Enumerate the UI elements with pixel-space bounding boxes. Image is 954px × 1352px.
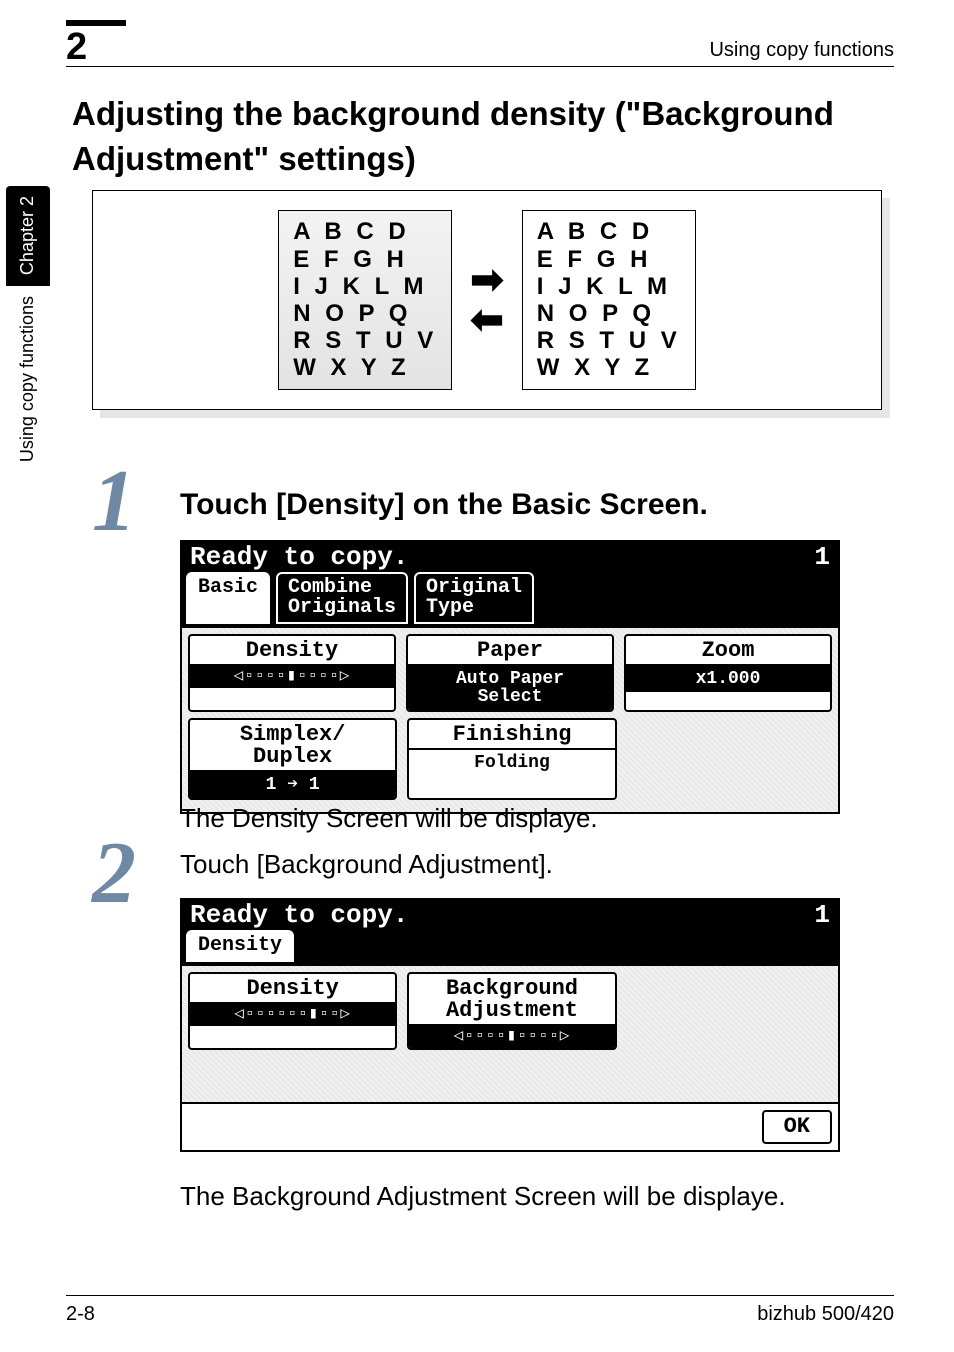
step-1-number: 1 [92,458,136,546]
zoom-button[interactable]: Zoom x1.000 [624,634,832,712]
finishing-label: Finishing [409,720,614,748]
side-tab-section-label: Using copy functions [18,296,36,462]
zoom-value: x1.000 [626,664,830,692]
background-adjustment-label: Background Adjustment [409,974,614,1024]
sample-row: A B C D [537,219,681,244]
sample-row: N O P Q [537,301,681,326]
arrow-left-icon: ⬅ [470,300,504,340]
step-2-caption: The Background Adjustment Screen will be… [180,1178,894,1214]
duplex-label: Simplex/ Duplex [190,720,395,770]
arrow-right-icon: ➡ [470,260,504,300]
sample-row: E F G H [293,247,437,272]
chapter-number: 2 [66,28,87,66]
page-number: 2-8 [66,1304,95,1324]
lcd-tabs: Density [180,930,840,966]
step-1-title: Touch [Density] on the Basic Screen. [180,484,894,526]
sample-row: I J K L M [537,274,681,299]
tab-combine-originals[interactable]: Combine Originals [276,572,408,624]
finishing-button[interactable]: Finishing Folding [407,718,616,800]
density-label: Density [190,974,395,1002]
sample-row: R S T U V [537,328,681,353]
lcd-status-text: Ready to copy. [190,544,408,570]
sample-row: I J K L M [293,274,437,299]
density-button[interactable]: Density ◁▫▫▫▫▮▫▫▫▫▷ [188,634,396,712]
lcd-copy-count: 1 [814,544,830,570]
tab-basic[interactable]: Basic [186,572,270,624]
duplex-button[interactable]: Simplex/ Duplex 1 ➔ 1 [188,718,397,800]
lcd-basic-screen: Ready to copy. 1 Basic Combine Originals… [180,540,840,780]
page-title: Adjusting the background density ("Backg… [72,92,894,181]
zoom-label: Zoom [626,636,830,664]
folding-label[interactable]: Folding [409,748,614,776]
paper-button[interactable]: Paper Auto Paper Select [406,634,614,712]
lcd-tabs: Basic Combine Originals Original Type [180,572,840,628]
density-level-indicator: ◁▫▫▫▫▮▫▫▫▫▷ [190,664,394,688]
lcd-status-bar: Ready to copy. 1 [180,898,840,930]
ok-button[interactable]: OK [762,1110,832,1144]
illustration-body: A B C D E F G H I J K L M N O P Q R S T … [92,190,882,410]
background-adjustment-button[interactable]: Background Adjustment ◁▫▫▫▫▮▫▫▫▫▷ [407,972,616,1050]
illustration-arrows: ➡ ⬅ [470,260,504,340]
lcd-density-screen: Ready to copy. 1 Density Density ◁▫▫▫▫▫▫… [180,898,840,1156]
sample-row: E F G H [537,247,681,272]
lcd-copy-count: 1 [814,902,830,928]
density-label: Density [190,636,394,664]
page-footer: 2-8 bizhub 500/420 [66,1295,894,1324]
lcd-ok-row: OK [180,1104,840,1152]
sample-row: N O P Q [293,301,437,326]
step-2-number: 2 [92,830,136,918]
illustration-right-sample: A B C D E F G H I J K L M N O P Q R S T … [522,210,696,389]
sample-row: W X Y Z [537,355,681,380]
density-button[interactable]: Density ◁▫▫▫▫▫▫▮▫▫▷ [188,972,397,1050]
lcd-empty-cell [627,718,832,800]
tab-density[interactable]: Density [186,930,294,962]
illustration: A B C D E F G H I J K L M N O P Q R S T … [92,190,882,410]
sample-row: R S T U V [293,328,437,353]
model-name: bizhub 500/420 [757,1304,894,1324]
density-level-indicator: ◁▫▫▫▫▫▫▮▫▫▷ [190,1002,395,1026]
sample-row: A B C D [293,219,437,244]
lcd-body: Density ◁▫▫▫▫▫▫▮▫▫▷ Background Adjustmen… [180,966,840,1104]
breadcrumb: Using copy functions [709,40,894,60]
header-rule [66,66,894,67]
step-1-caption: The Density Screen will be displaye. [180,800,894,836]
illustration-left-sample: A B C D E F G H I J K L M N O P Q R S T … [278,210,452,389]
duplex-value: 1 ➔ 1 [190,770,395,798]
side-tab-chapter-label: Chapter 2 [18,196,36,275]
step-2-title: Touch [Background Adjustment]. [180,846,894,882]
side-tab-section: Using copy functions [6,286,50,506]
lcd-status-text: Ready to copy. [190,902,408,928]
sample-row: W X Y Z [293,355,437,380]
side-tab-chapter: Chapter 2 [6,186,50,286]
paper-label: Paper [408,636,612,664]
tab-original-type[interactable]: Original Type [414,572,534,624]
background-level-indicator: ◁▫▫▫▫▮▫▫▫▫▷ [409,1024,614,1048]
paper-value: Auto Paper Select [408,664,612,710]
lcd-empty-cell [627,972,832,1050]
lcd-body: Density ◁▫▫▫▫▮▫▫▫▫▷ Paper Auto Paper Sel… [180,628,840,814]
side-tab: Chapter 2 Using copy functions [6,186,50,506]
lcd-status-bar: Ready to copy. 1 [180,540,840,572]
